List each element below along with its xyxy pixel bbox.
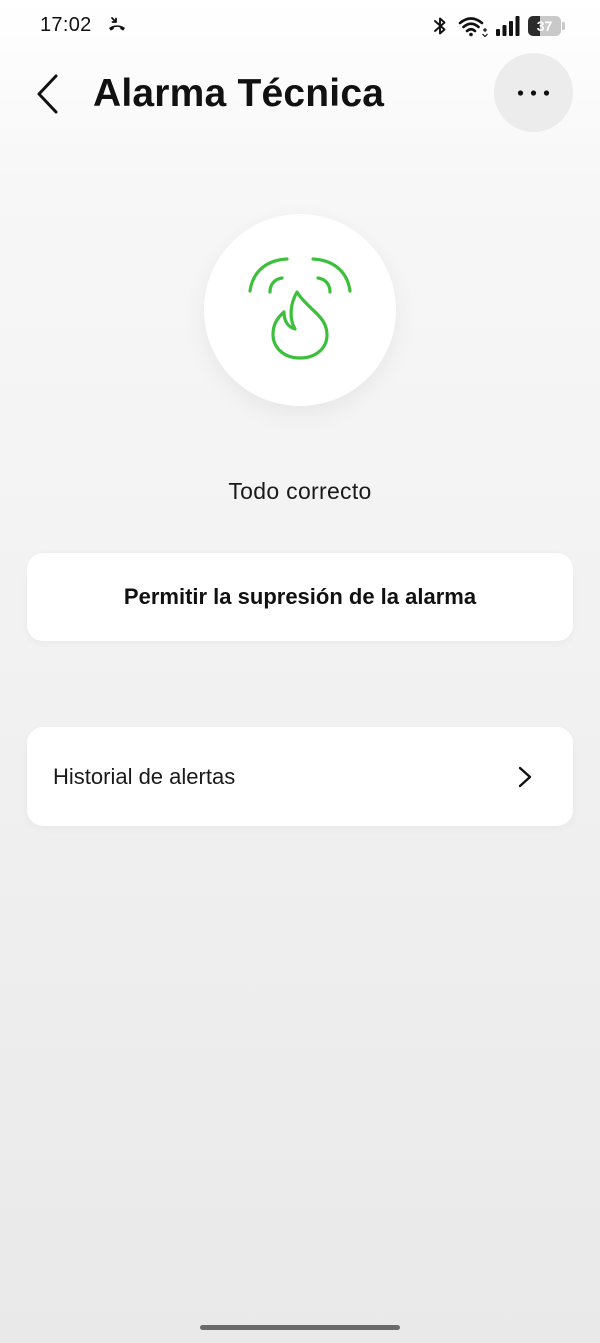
- chevron-left-icon: [37, 74, 58, 114]
- page-title: Alarma Técnica: [93, 72, 385, 115]
- wifi-icon: [458, 17, 488, 37]
- signal-icon: [496, 16, 520, 36]
- alert-history-label: Historial de alertas: [53, 764, 236, 789]
- allow-alarm-suppression-button[interactable]: Permitir la supresión de la alarma: [27, 553, 573, 641]
- alert-history-item[interactable]: Historial de alertas: [27, 727, 573, 826]
- battery-level: 37: [536, 18, 553, 34]
- status-time: 17:02: [40, 14, 92, 36]
- status-bar: 17:02 37: [0, 0, 600, 52]
- status-text: Todo correcto: [228, 478, 372, 504]
- more-dots-icon: [517, 90, 550, 96]
- call-forward-icon: [109, 17, 125, 31]
- battery-icon: 37: [528, 16, 566, 36]
- bluetooth-icon: [434, 17, 446, 35]
- home-indicator[interactable]: [200, 1325, 400, 1330]
- alarm-flame-icon: [248, 257, 352, 360]
- chevron-right-icon: [518, 766, 532, 788]
- more-options-button[interactable]: [494, 53, 573, 132]
- back-button[interactable]: [22, 66, 74, 122]
- allow-alarm-suppression-label: Permitir la supresión de la alarma: [123, 584, 477, 609]
